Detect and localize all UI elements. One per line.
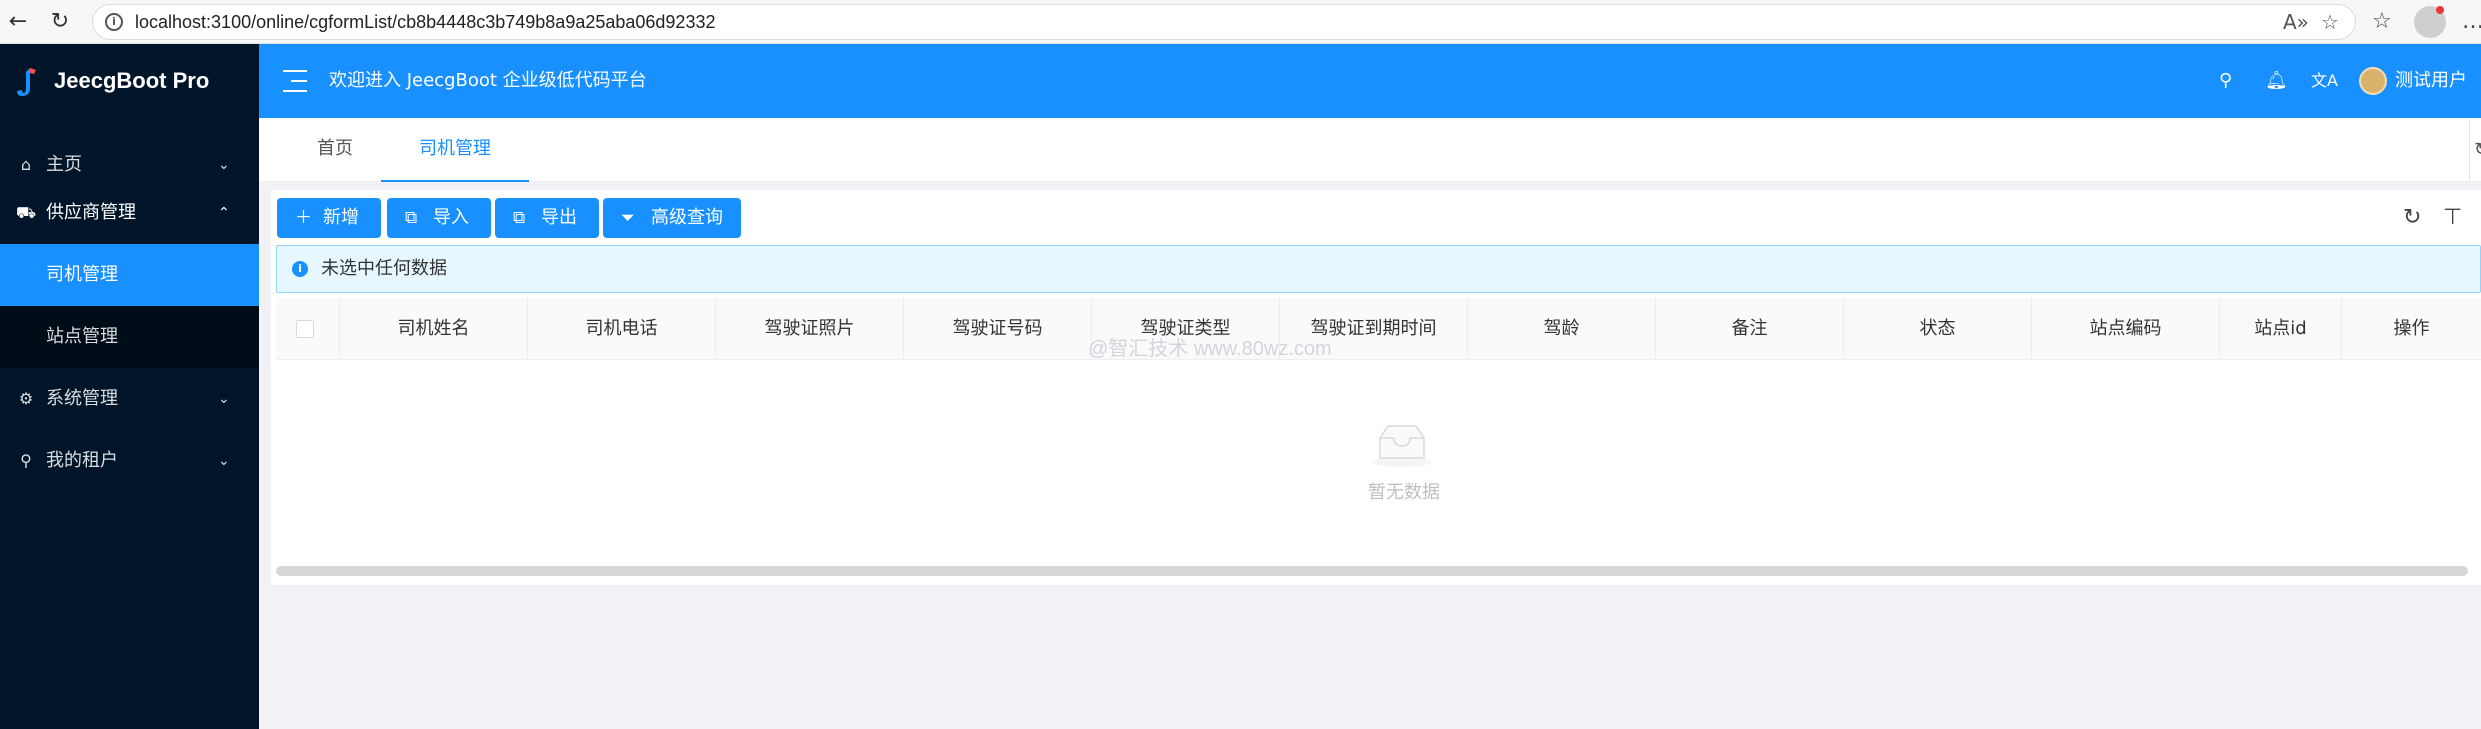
column-header[interactable]: 司机电话 bbox=[528, 298, 716, 360]
app-name: JeecgBoot Pro bbox=[54, 68, 210, 93]
favorites-icon[interactable]: ☆ bbox=[2372, 6, 2392, 38]
selection-alert: i 未选中任何数据 bbox=[276, 245, 2481, 293]
sidebar-item-station[interactable]: 站点管理 bbox=[0, 306, 259, 368]
tab-bar: 首页 司机管理 ↻ bbox=[259, 118, 2481, 182]
column-header[interactable]: 站点id bbox=[2220, 298, 2342, 360]
reload-icon[interactable]: ↻ bbox=[2403, 200, 2421, 236]
welcome-text: 欢迎进入 JeecgBoot 企业级低代码平台 bbox=[329, 70, 647, 91]
sidebar: JeecgBoot Pro ⌂ 主页 ⌄ ⛟ 供应商管理 ⌃ 司机管理 站点管理… bbox=[0, 44, 259, 729]
more-icon[interactable]: … bbox=[2462, 6, 2481, 38]
url-text: localhost:3100/online/cgformList/cb8b444… bbox=[135, 12, 716, 32]
tab-home[interactable]: 首页 bbox=[305, 118, 365, 180]
sidebar-item-label: 系统管理 bbox=[46, 388, 118, 409]
top-header: 欢迎进入 JeecgBoot 企业级低代码平台 ⚲ 🔔︎ 文A 测试用户 bbox=[259, 44, 2481, 118]
favorite-star-icon[interactable]: ☆ bbox=[2321, 9, 2339, 35]
sidebar-item-supplier[interactable]: ⛟ 供应商管理 ⌃ bbox=[0, 182, 259, 244]
chevron-down-icon: ⌄ bbox=[218, 391, 230, 407]
add-button-label: 新增 bbox=[323, 207, 359, 228]
column-header[interactable]: 司机姓名 bbox=[340, 298, 528, 360]
bell-icon[interactable]: 🔔︎ bbox=[2265, 44, 2288, 118]
empty-inbox-icon bbox=[1372, 425, 1432, 467]
import-button[interactable]: ⧉ 导入 bbox=[387, 198, 491, 238]
read-aloud-icon[interactable]: A» bbox=[2283, 9, 2309, 35]
chevron-up-icon: ⌃ bbox=[218, 205, 230, 221]
tab-driver-management[interactable]: 司机管理 bbox=[381, 118, 529, 182]
supplier-icon: ⛟ bbox=[16, 203, 37, 222]
user-icon: ⚲ bbox=[20, 451, 32, 470]
gear-icon: ⚙ bbox=[18, 389, 34, 408]
sidebar-item-label: 供应商管理 bbox=[46, 202, 136, 223]
chevron-down-icon: ⌄ bbox=[218, 453, 230, 469]
column-header[interactable]: 驾龄 bbox=[1468, 298, 1656, 360]
export-button[interactable]: ⧉ 导出 bbox=[495, 198, 599, 238]
table-header: 司机姓名 司机电话 驾驶证照片 驾驶证号码 驾驶证类型 驾驶证到期时间 驾龄 备… bbox=[276, 298, 2481, 360]
filter-icon: ⏷ bbox=[621, 208, 635, 228]
column-header[interactable]: 备注 bbox=[1656, 298, 1844, 360]
menu-fold-icon[interactable] bbox=[283, 70, 307, 92]
info-icon: i bbox=[292, 261, 308, 277]
notification-dot-icon bbox=[2436, 6, 2444, 14]
column-height-icon[interactable]: ⊤ bbox=[2443, 200, 2462, 236]
export-icon: ⧉ bbox=[513, 208, 526, 228]
column-header-actions: 操作 bbox=[2393, 318, 2430, 339]
address-bar[interactable]: i localhost:3100/online/cgformList/cb8b4… bbox=[92, 4, 2356, 40]
site-info-icon[interactable]: i bbox=[105, 13, 123, 31]
sidebar-item-driver[interactable]: 司机管理 bbox=[0, 244, 259, 306]
jeecg-logo-icon bbox=[17, 68, 36, 96]
sidebar-item-tenant[interactable]: ⚲ 我的租户 ⌄ bbox=[0, 430, 259, 492]
advanced-query-button[interactable]: ⏷ 高级查询 bbox=[603, 198, 741, 238]
sidebar-item-label: 我的租户 bbox=[46, 450, 118, 471]
sidebar-item-label: 站点管理 bbox=[46, 326, 118, 347]
column-header[interactable]: 驾驶证号码 bbox=[904, 298, 1092, 360]
horizontal-scrollbar[interactable] bbox=[276, 566, 2468, 576]
empty-state-text: 暂无数据 bbox=[1368, 482, 1440, 503]
column-header[interactable]: 驾驶证照片 bbox=[716, 298, 904, 360]
back-icon[interactable]: ← bbox=[2, 6, 34, 38]
tab-refresh-icon[interactable]: ↻ bbox=[2469, 118, 2481, 182]
translate-icon[interactable]: 文A bbox=[2311, 44, 2338, 118]
browser-toolbar: ← ↻ i localhost:3100/online/cgformList/c… bbox=[0, 0, 2481, 44]
logo[interactable]: JeecgBoot Pro bbox=[0, 44, 259, 118]
column-header[interactable]: 站点编码 bbox=[2032, 298, 2220, 360]
avatar[interactable] bbox=[2359, 67, 2387, 95]
column-header[interactable]: 状态 bbox=[1844, 298, 2032, 360]
select-all-cell bbox=[276, 298, 340, 360]
import-icon: ⧉ bbox=[405, 208, 418, 228]
sidebar-item-label: 司机管理 bbox=[46, 264, 118, 285]
sidebar-item-system[interactable]: ⚙ 系统管理 ⌄ bbox=[0, 368, 259, 430]
advanced-query-label: 高级查询 bbox=[651, 207, 723, 228]
search-icon[interactable]: ⚲ bbox=[2219, 44, 2232, 118]
export-button-label: 导出 bbox=[541, 207, 577, 228]
add-button[interactable]: ＋ 新增 bbox=[277, 198, 381, 238]
username[interactable]: 测试用户 bbox=[2395, 44, 2467, 118]
alert-text: 未选中任何数据 bbox=[321, 258, 447, 279]
import-button-label: 导入 bbox=[433, 207, 469, 228]
select-all-checkbox[interactable] bbox=[296, 320, 314, 338]
refresh-icon[interactable]: ↻ bbox=[44, 6, 76, 38]
watermark: @智汇技术 www.80wz.com bbox=[1088, 338, 1332, 360]
content-card: ＋ 新增 ⧉ 导入 ⧉ 导出 ⏷ 高级查询 ↻ ⊤ i 未选中任何数据 司机姓名… bbox=[271, 190, 2481, 585]
plus-icon: ＋ bbox=[295, 208, 312, 228]
